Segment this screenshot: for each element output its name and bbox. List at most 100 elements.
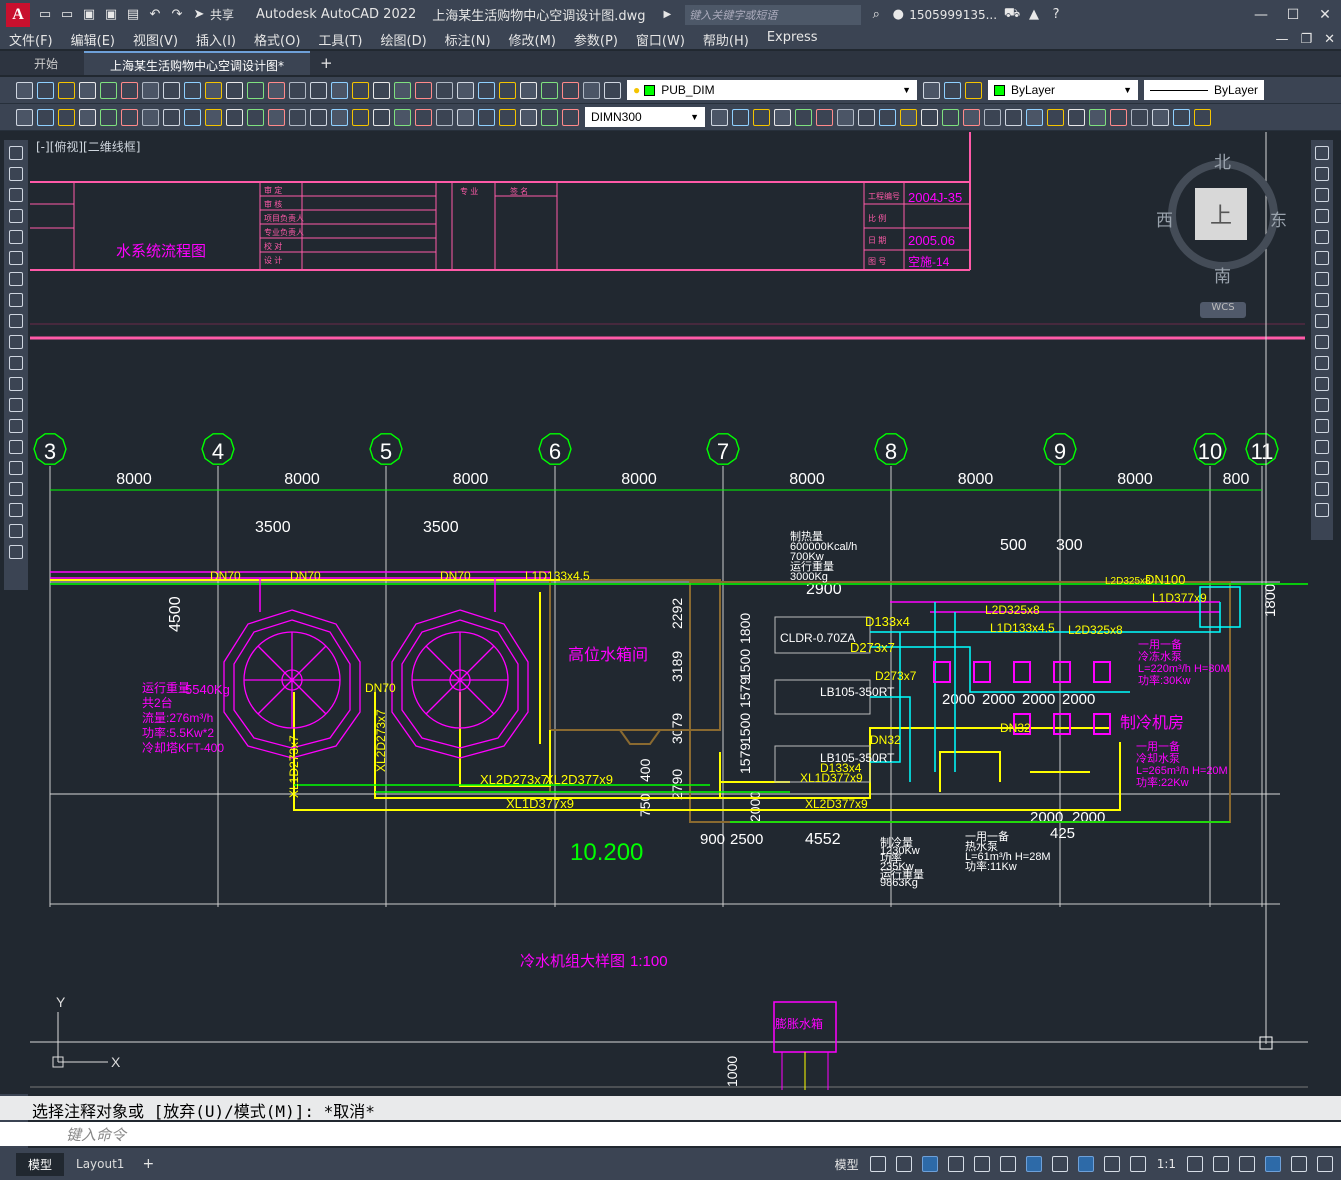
draw-tool-icon[interactable] — [9, 377, 23, 391]
draw-tool-icon[interactable] — [9, 482, 23, 496]
modify-tool-icon[interactable] — [1315, 272, 1329, 286]
linetype-dropdown[interactable]: ByLayer — [1144, 80, 1264, 100]
tab-document[interactable]: 上海某生活购物中心空调设计图* — [84, 51, 311, 75]
model-space-button[interactable]: 模型 — [835, 1156, 859, 1173]
dimension-tool-icon[interactable] — [163, 108, 180, 126]
modify-tool-icon[interactable] — [1194, 108, 1211, 126]
close-icon[interactable]: ✕ — [1309, 7, 1341, 23]
draw-tool-icon[interactable] — [9, 314, 23, 328]
dimension-tool-icon[interactable] — [457, 108, 474, 126]
autodesk-icon[interactable]: ▲ — [1025, 6, 1043, 24]
compass-west[interactable]: 西 — [1156, 206, 1173, 231]
drawing-canvas[interactable]: [-][俯视][二维线框] 上 北 南 东 西 WCS 水系统流程图 审 定 审… — [30, 132, 1308, 1090]
plus-icon[interactable] — [1213, 1156, 1229, 1172]
standard-tool-icon[interactable] — [415, 81, 432, 99]
dimension-tool-icon[interactable] — [79, 108, 96, 126]
menu-item[interactable]: 窗口(W) — [627, 30, 694, 49]
modify-tool-icon[interactable] — [1173, 108, 1190, 126]
compass-south[interactable]: 南 — [1214, 262, 1231, 287]
standard-tool-icon[interactable] — [268, 81, 285, 99]
modify-tool-icon[interactable] — [1315, 503, 1329, 517]
draw-tool-icon[interactable] — [9, 398, 23, 412]
standard-tool-icon[interactable] — [58, 81, 75, 99]
modify-tool-icon[interactable] — [1315, 377, 1329, 391]
redo-icon[interactable]: ↷ — [168, 6, 186, 24]
standard-tool-icon[interactable] — [541, 81, 558, 99]
dimension-tool-icon[interactable] — [394, 108, 411, 126]
polar-icon[interactable] — [947, 1156, 964, 1172]
search-icon[interactable]: ⌕ — [867, 6, 885, 24]
modify-tool-icon[interactable] — [1315, 335, 1329, 349]
modify-tool-icon[interactable] — [1315, 230, 1329, 244]
dimension-tool-icon[interactable] — [184, 108, 201, 126]
modify-tool-icon[interactable] — [837, 108, 854, 126]
annotation-scale-value[interactable]: 1:1 — [1157, 1157, 1176, 1171]
modify-tool-icon[interactable] — [942, 108, 959, 126]
grid-icon[interactable] — [869, 1156, 886, 1172]
draw-tool-icon[interactable] — [9, 251, 23, 265]
gear-icon[interactable] — [1187, 1156, 1203, 1172]
doc-restore-icon[interactable]: ❐ — [1294, 32, 1318, 47]
standard-tool-icon[interactable] — [247, 81, 264, 99]
modify-tool-icon[interactable] — [1315, 398, 1329, 412]
save-icon[interactable]: ▣ — [80, 6, 98, 24]
modify-tool-icon[interactable] — [1089, 108, 1106, 126]
help-icon[interactable]: ? — [1047, 6, 1065, 24]
modify-tool-icon[interactable] — [921, 108, 938, 126]
annotation-visibility-icon[interactable] — [1077, 1156, 1094, 1172]
dimension-tool-icon[interactable] — [478, 108, 495, 126]
layer-tool-icon[interactable] — [944, 81, 961, 99]
dimension-tool-icon[interactable] — [121, 108, 138, 126]
draw-tool-icon[interactable] — [9, 209, 23, 223]
share-icon[interactable]: ➤ — [190, 6, 208, 24]
menu-item[interactable]: 修改(M) — [500, 30, 565, 49]
saveas-icon[interactable]: ▣ — [102, 6, 120, 24]
layer-tool-icon[interactable] — [965, 81, 982, 99]
dimension-tool-icon[interactable] — [100, 108, 117, 126]
snap-icon[interactable] — [895, 1156, 912, 1172]
dimension-tool-icon[interactable] — [562, 108, 579, 126]
dimension-tool-icon[interactable] — [142, 108, 159, 126]
auto-scale-icon[interactable] — [1103, 1156, 1120, 1172]
draw-tool-icon[interactable] — [9, 146, 23, 160]
standard-tool-icon[interactable] — [37, 81, 54, 99]
menu-item[interactable]: 参数(P) — [565, 30, 627, 49]
modify-tool-icon[interactable] — [900, 108, 917, 126]
dimension-tool-icon[interactable] — [226, 108, 243, 126]
modify-tool-icon[interactable] — [732, 108, 749, 126]
modify-tool-icon[interactable] — [1152, 108, 1169, 126]
menu-item[interactable]: 标注(N) — [436, 30, 500, 49]
maximize-icon[interactable]: ☐ — [1277, 7, 1309, 23]
standard-tool-icon[interactable] — [583, 81, 600, 99]
modify-tool-icon[interactable] — [1315, 461, 1329, 475]
menu-item[interactable]: 格式(O) — [245, 30, 309, 49]
standard-tool-icon[interactable] — [142, 81, 159, 99]
draw-tool-icon[interactable] — [9, 524, 23, 538]
draw-tool-icon[interactable] — [9, 440, 23, 454]
standard-tool-icon[interactable] — [373, 81, 390, 99]
standard-tool-icon[interactable] — [163, 81, 180, 99]
annotation-scale-icon[interactable] — [1129, 1156, 1146, 1172]
modify-tool-icon[interactable] — [1315, 419, 1329, 433]
draw-tool-icon[interactable] — [9, 545, 23, 559]
draw-tool-icon[interactable] — [9, 335, 23, 349]
dimension-tool-icon[interactable] — [331, 108, 348, 126]
draw-tool-icon[interactable] — [9, 188, 23, 202]
user-account[interactable]: 1505999135... — [909, 8, 997, 22]
viewcube[interactable]: 上 北 南 东 西 WCS — [1156, 152, 1287, 332]
fullscreen-icon[interactable] — [1291, 1156, 1307, 1172]
viewport-controls[interactable]: [-][俯视][二维线框] — [36, 138, 140, 155]
standard-tool-icon[interactable] — [79, 81, 96, 99]
modify-tool-icon[interactable] — [1005, 108, 1022, 126]
standard-tool-icon[interactable] — [100, 81, 117, 99]
menu-item[interactable]: 帮助(H) — [694, 30, 758, 49]
draw-tool-icon[interactable] — [9, 272, 23, 286]
standard-tool-icon[interactable] — [205, 81, 222, 99]
osnap-tracking-icon[interactable] — [999, 1156, 1016, 1172]
menu-item[interactable]: 文件(F) — [0, 30, 62, 49]
modify-tool-icon[interactable] — [1315, 356, 1329, 370]
modify-tool-icon[interactable] — [1315, 146, 1329, 160]
dimension-tool-icon[interactable] — [499, 108, 516, 126]
new-icon[interactable]: ▭ — [36, 6, 54, 24]
modify-tool-icon[interactable] — [1315, 293, 1329, 307]
